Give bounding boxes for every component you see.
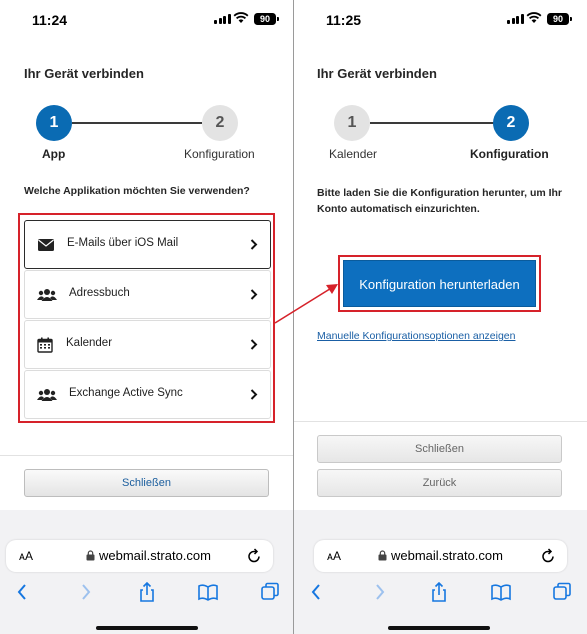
- app-selection-list: E-Mails über iOS Mail Adressbuch Kalende…: [18, 213, 275, 423]
- home-indicator: [96, 626, 198, 630]
- users-icon: [37, 389, 57, 401]
- step-2-circle: 2: [202, 105, 238, 141]
- browser-chrome: [294, 510, 587, 634]
- url-text: webmail.strato.com: [391, 548, 503, 563]
- app-item-exchange[interactable]: Exchange Active Sync: [24, 370, 271, 419]
- status-time: 11:25: [326, 12, 362, 28]
- step-indicator: 1 2 Kalender Konfiguration: [294, 104, 587, 164]
- lock-icon: [378, 550, 387, 561]
- wifi-icon: [233, 12, 249, 23]
- app-item-label: Kalender: [66, 337, 113, 349]
- share-icon[interactable]: [428, 582, 450, 602]
- bookmarks-icon[interactable]: [197, 582, 219, 602]
- download-configuration-button[interactable]: Konfiguration herunterladen: [343, 260, 536, 307]
- address-bar[interactable]: ᴀA webmail.strato.com: [314, 540, 567, 572]
- home-indicator: [388, 626, 490, 630]
- app-item-label: Exchange Active Sync: [69, 387, 183, 399]
- step-1-label: Kalender: [329, 147, 378, 161]
- wifi-icon: [526, 12, 542, 23]
- app-item-kalender[interactable]: Kalender: [24, 320, 271, 369]
- users-icon: [37, 289, 57, 301]
- cellular-signal-icon: [507, 14, 524, 24]
- back-icon[interactable]: [306, 582, 328, 602]
- step-2-circle: 2: [493, 105, 529, 141]
- back-icon[interactable]: [12, 582, 34, 602]
- chevron-right-icon: [250, 339, 258, 350]
- forward-icon[interactable]: [368, 582, 390, 602]
- chevron-right-icon: [250, 389, 258, 400]
- battery-icon: 90: [254, 13, 279, 25]
- share-icon[interactable]: [136, 582, 158, 602]
- chevron-right-icon: [250, 239, 258, 250]
- reader-aa-button[interactable]: ᴀA: [327, 549, 341, 563]
- tabs-icon[interactable]: [551, 582, 573, 602]
- reload-icon[interactable]: [541, 548, 555, 563]
- divider: [294, 421, 587, 422]
- browser-toolbar: [0, 582, 293, 604]
- envelope-icon: [38, 239, 54, 251]
- step-connector: [370, 122, 494, 124]
- download-info-text: Bitte laden Sie die Konfiguration herunt…: [317, 187, 563, 215]
- step-1-label: App: [42, 147, 66, 161]
- browser-chrome: [0, 510, 293, 634]
- page-title: Ihr Gerät verbinden: [24, 66, 144, 81]
- left-screen: 11:24 90 Ihr Gerät verbinden 1 2 App Kon…: [0, 0, 293, 634]
- address-bar[interactable]: ᴀA webmail.strato.com: [6, 540, 273, 572]
- cellular-signal-icon: [214, 14, 231, 24]
- bookmarks-icon[interactable]: [490, 582, 512, 602]
- step-connector: [72, 122, 202, 124]
- app-item-ios-mail[interactable]: E-Mails über iOS Mail: [24, 220, 271, 269]
- status-bar: 11:24 90: [0, 0, 293, 40]
- status-time: 11:24: [32, 12, 68, 28]
- manual-config-link[interactable]: Manuelle Konfigurationsoptionen anzeigen: [317, 330, 515, 342]
- app-item-adressbuch[interactable]: Adressbuch: [24, 270, 271, 319]
- page-title: Ihr Gerät verbinden: [317, 66, 437, 81]
- url-text: webmail.strato.com: [99, 548, 211, 563]
- divider: [0, 455, 293, 456]
- download-highlight: Konfiguration herunterladen: [338, 255, 541, 312]
- app-item-label: E-Mails über iOS Mail: [67, 237, 179, 249]
- app-question: Welche Applikation möchten Sie verwenden…: [24, 185, 250, 197]
- forward-icon[interactable]: [74, 582, 96, 602]
- right-screen: 11:25 90 Ihr Gerät verbinden 1 2 Kalende…: [294, 0, 587, 634]
- battery-icon: 90: [547, 13, 572, 25]
- chevron-right-icon: [250, 289, 258, 300]
- reader-aa-button[interactable]: ᴀA: [19, 549, 33, 563]
- tabs-icon[interactable]: [259, 582, 281, 602]
- step-2-label: Konfiguration: [184, 147, 255, 161]
- step-indicator: 1 2 App Konfiguration: [0, 104, 293, 164]
- app-item-label: Adressbuch: [69, 287, 130, 299]
- browser-toolbar: [294, 582, 587, 604]
- reload-icon[interactable]: [247, 548, 261, 563]
- step-1-circle: 1: [334, 105, 370, 141]
- step-2-label: Konfiguration: [470, 147, 549, 161]
- lock-icon: [86, 550, 95, 561]
- close-button[interactable]: Schließen: [24, 469, 269, 497]
- back-button[interactable]: Zurück: [317, 469, 562, 497]
- status-bar: 11:25 90: [294, 0, 587, 40]
- calendar-icon: [37, 337, 53, 353]
- close-button[interactable]: Schließen: [317, 435, 562, 463]
- step-1-circle: 1: [36, 105, 72, 141]
